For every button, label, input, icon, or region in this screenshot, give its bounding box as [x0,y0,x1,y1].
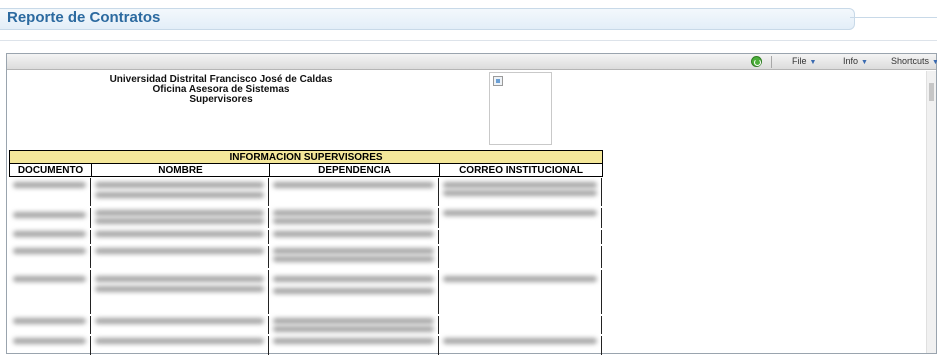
table-cell [269,208,439,228]
table-cell [269,178,439,206]
table-cell [91,336,269,355]
redacted-text [273,182,434,188]
table-cell [439,246,602,268]
redacted-text [273,248,434,254]
redacted-text [273,338,434,344]
page-title: Reporte de Contratos [7,9,161,26]
table-cell [91,316,269,334]
table-cell [91,230,269,244]
redacted-text [443,182,597,188]
redacted-text [443,276,597,282]
table-cell [91,270,269,314]
table-cell [9,316,91,334]
table-cell [269,246,439,268]
table-cell [439,230,602,244]
redacted-text [95,210,264,216]
report-subtitle: Supervisores [189,94,253,105]
table-row [9,208,602,230]
table-cell [439,208,602,228]
table-row [9,178,602,208]
redacted-text [13,276,86,282]
table-cell [91,178,269,206]
column-header-nombre: NOMBRE [91,163,270,177]
refresh-icon[interactable] [751,56,762,67]
file-menu[interactable]: File ▼ [792,56,816,66]
table-cell [9,178,91,206]
table-cell [9,336,91,355]
column-header-documento: DOCUMENTO [9,163,92,177]
table-cell [91,246,269,268]
table-cell [269,316,439,334]
redacted-text [273,276,434,282]
table-row [9,246,602,270]
redacted-text [95,276,264,282]
table-cell [269,230,439,244]
supervisors-table: INFORMACION SUPERVISORES DOCUMENTO NOMBR… [8,150,604,177]
scroll-thumb[interactable] [929,83,934,101]
table-cell [269,270,439,314]
file-menu-label: File [792,56,807,66]
redacted-text [273,256,434,262]
table-cell [91,208,269,228]
redacted-text [273,288,434,294]
redacted-text [95,231,264,237]
table-cell [269,336,439,355]
section-title: INFORMACION SUPERVISORES [8,150,604,164]
table-cell [9,270,91,314]
report-toolbar: File ▼ Info ▼ Shortcuts ▼ [7,54,937,70]
redacted-text [13,338,86,344]
redacted-text [95,248,264,254]
table-cell [9,230,91,244]
table-cell [9,246,91,268]
column-header-dependencia: DEPENDENCIA [269,163,440,177]
redacted-text [13,231,86,237]
redacted-text [443,190,597,196]
report-viewer: File ▼ Info ▼ Shortcuts ▼ Universidad Distr… [6,53,937,355]
column-header-correo: CORREO INSTITUCIONAL [438,163,604,177]
redacted-text [95,286,264,292]
chevron-down-icon: ▼ [932,59,937,66]
table-row [9,270,602,316]
redacted-text [95,182,264,188]
redacted-text [273,231,434,237]
redacted-text [443,210,597,216]
info-menu[interactable]: Info ▼ [843,56,868,66]
redacted-text [443,338,597,344]
table-row [9,230,602,246]
broken-image-icon [493,76,503,86]
info-menu-label: Info [843,56,859,66]
logo-image [489,72,552,145]
table-cell [439,336,602,355]
redacted-text [13,318,86,324]
table-row [9,336,602,355]
redacted-text [95,218,264,224]
redacted-text [13,212,86,218]
redacted-text [273,318,434,324]
table-body [9,178,602,355]
vertical-scrollbar[interactable] [926,71,936,353]
table-cell [439,316,602,334]
redacted-text [95,318,264,324]
chevron-down-icon: ▼ [809,59,817,66]
title-bar-line [850,17,937,18]
shortcuts-menu-label: Shortcuts [891,56,930,66]
redacted-text [273,326,434,332]
table-cell [9,208,91,228]
divider [0,40,937,41]
chevron-down-icon: ▼ [861,59,868,66]
redacted-text [273,210,434,216]
shortcuts-menu[interactable]: Shortcuts ▼ [891,56,937,66]
table-cell [439,178,602,206]
redacted-text [13,182,86,188]
redacted-text [95,192,264,198]
redacted-text [13,248,86,254]
toolbar-separator [771,56,772,68]
redacted-text [95,338,264,344]
report-header: Universidad Distrital Francisco José de … [106,75,336,105]
table-row [9,316,602,336]
redacted-text [273,218,434,224]
table-cell [439,270,602,314]
